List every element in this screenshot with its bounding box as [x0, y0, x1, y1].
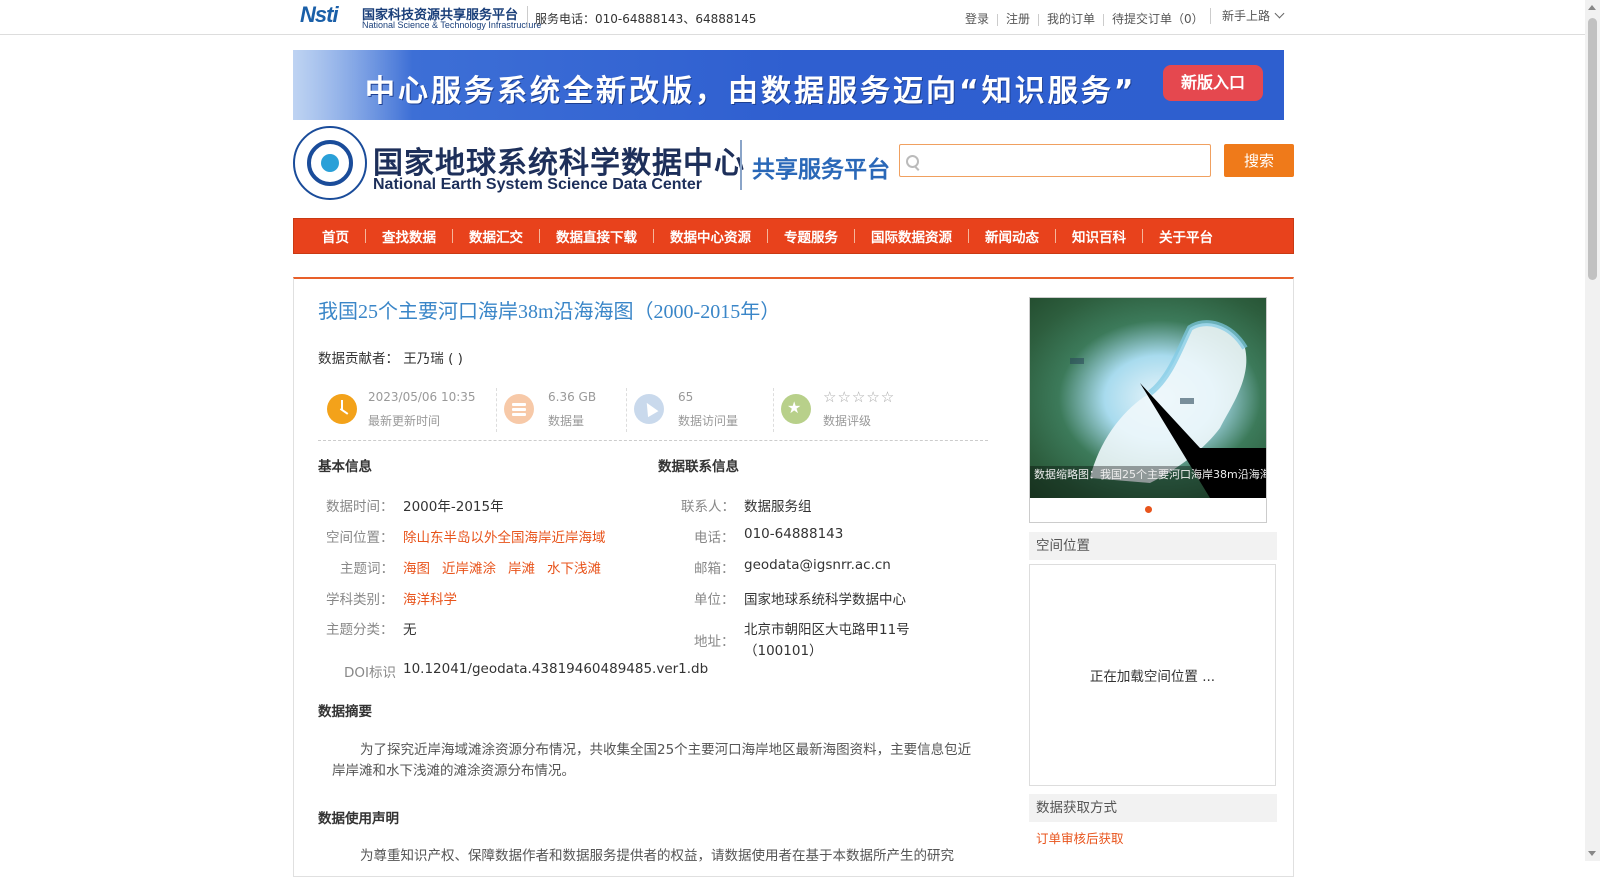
- nsti-logo[interactable]: Nsti 国家科技资源共享服务平台 National Science & Tec…: [300, 2, 541, 32]
- clock-icon: [327, 394, 357, 424]
- dataset-stats: 2023/05/06 10:35 最新更新时间 6.36 GB 数据量 65 数…: [318, 384, 988, 441]
- address-line-1: 北京市朝阳区大屯路甲11号: [744, 622, 910, 638]
- doi-value: 10.12041/geodata.43819460489485.ver1.db: [403, 661, 709, 677]
- star-badge-icon: ★: [781, 394, 811, 424]
- thumbnail-caption: 数据缩略图：我国25个主要河口海岸38m沿海海图: [1030, 466, 1266, 498]
- nav-international-data[interactable]: 国际数据资源: [871, 226, 952, 246]
- usage-text: 为尊重知识产权、保障数据作者和数据服务提供者的权益，请数据使用者在基于本数据所产…: [360, 848, 954, 864]
- doi-label: DOI标识: [344, 665, 397, 681]
- divider: [1210, 8, 1211, 24]
- cursor-icon: [634, 394, 664, 424]
- keyword-link[interactable]: 近岸滩涂: [442, 561, 496, 577]
- chevron-down-icon: [1274, 8, 1285, 19]
- size-value: 6.36 GB: [548, 390, 597, 404]
- address-line-2: （100101）: [744, 643, 823, 659]
- search-button[interactable]: 搜索: [1224, 144, 1294, 177]
- contact-person-label: 联系人：: [681, 499, 735, 515]
- thumbnail-image: 数据缩略图：我国25个主要河口海岸38m沿海海图: [1030, 298, 1266, 498]
- account-links: 登录 注册 我的订单 待提交订单（0）: [965, 10, 1204, 27]
- phone-value: 010-64888143: [744, 526, 844, 542]
- discipline-label: 学科类别：: [326, 592, 394, 608]
- keyword-link[interactable]: 水下浅滩: [547, 561, 601, 577]
- data-thumbnail[interactable]: 数据缩略图：我国25个主要河口海岸38m沿海海图: [1029, 297, 1267, 523]
- address-label: 地址：: [694, 634, 735, 650]
- register-link[interactable]: 注册: [1006, 10, 1030, 27]
- usage-heading: 数据使用声明: [318, 811, 399, 827]
- nav-data-submission[interactable]: 数据汇交: [469, 226, 523, 246]
- location-map[interactable]: 正在加载空间位置 ...: [1029, 564, 1276, 786]
- logo-divider: [740, 140, 742, 190]
- center-emblem-icon: [293, 126, 367, 200]
- search-icon: [906, 155, 919, 168]
- nav-about[interactable]: 关于平台: [1159, 226, 1213, 246]
- spatial-location-link[interactable]: 除山东半岛以外全国海岸近岸海域: [403, 526, 606, 546]
- nsti-logo-mark: Nsti: [300, 2, 339, 27]
- nav-center-resources[interactable]: 数据中心资源: [670, 226, 751, 246]
- size-label: 数据量: [548, 414, 585, 428]
- nsti-logo-en: National Science & Technology Infrastruc…: [362, 20, 542, 30]
- nav-direct-download[interactable]: 数据直接下载: [556, 226, 637, 246]
- newbie-dropdown[interactable]: 新手上路: [1222, 7, 1285, 24]
- rating-label: 数据评级: [823, 414, 872, 428]
- nav-thematic-services[interactable]: 专题服务: [784, 226, 838, 246]
- keywords-label: 主题词：: [340, 561, 394, 577]
- layers-icon: [504, 394, 534, 424]
- email-value: geodata@igsnrr.ac.cn: [744, 557, 891, 573]
- keyword-link[interactable]: 海图: [403, 561, 430, 577]
- access-heading: 数据获取方式: [1029, 794, 1277, 822]
- scroll-down-arrow-icon[interactable]: [1588, 851, 1596, 856]
- spatial-location-label: 空间位置：: [326, 530, 394, 546]
- contact-person-value: 数据服务组: [744, 499, 812, 515]
- nav-encyclopedia[interactable]: 知识百科: [1072, 226, 1126, 246]
- keyword-link[interactable]: 岸滩: [508, 561, 535, 577]
- data-time-value: 2000年-2015年: [403, 499, 504, 515]
- carousel-dot[interactable]: [1145, 506, 1152, 513]
- page-title: 我国25个主要河口海岸38m沿海海图（2000-2015年）: [318, 301, 781, 323]
- phone-label: 电话：: [694, 530, 735, 546]
- divider: [527, 6, 528, 28]
- login-link[interactable]: 登录: [965, 10, 989, 27]
- visits-value: 65: [678, 390, 694, 404]
- basic-info-heading: 基本信息: [318, 459, 372, 475]
- service-phone: 服务电话：010-64888143、64888145: [535, 12, 757, 26]
- rating-stars[interactable]: ☆☆☆☆☆: [823, 388, 895, 406]
- nav-news[interactable]: 新闻动态: [985, 226, 1039, 246]
- abstract-text: 为了探究近岸海域滩涂资源分布情况，共收集全国25个主要河口海岸地区最新海图资料，…: [332, 742, 972, 779]
- search-input[interactable]: [899, 144, 1211, 177]
- scroll-thumb[interactable]: [1588, 18, 1597, 280]
- new-version-button[interactable]: 新版入口: [1163, 65, 1263, 101]
- page-scrollbar[interactable]: [1585, 0, 1600, 861]
- unit-value: 国家地球系统科学数据中心: [744, 592, 906, 608]
- my-orders-link[interactable]: 我的订单: [1047, 10, 1095, 27]
- updated-label: 最新更新时间: [368, 414, 441, 428]
- nav-home[interactable]: 首页: [322, 226, 349, 246]
- keyword-list: 海图 近岸滩涂 岸滩 水下浅滩: [403, 557, 613, 577]
- order-access-link[interactable]: 订单审核后获取: [1036, 828, 1124, 847]
- updated-value: 2023/05/06 10:35: [368, 390, 476, 404]
- pending-orders-link[interactable]: 待提交订单（0）: [1112, 10, 1204, 27]
- nav-find-data[interactable]: 查找数据: [382, 226, 436, 246]
- center-name-en: National Earth System Science Data Cente…: [373, 176, 703, 193]
- banner-text: 中心服务系统全新改版，由数据服务迈向“知识服务”: [365, 74, 1137, 109]
- visits-label: 数据访问量: [678, 414, 739, 428]
- contact-info-heading: 数据联系信息: [658, 459, 739, 475]
- discipline-link[interactable]: 海洋科学: [403, 588, 457, 608]
- newbie-label: 新手上路: [1222, 9, 1271, 23]
- data-time-label: 数据时间：: [326, 499, 394, 515]
- center-logo[interactable]: 国家地球系统科学数据中心 National Earth System Scien…: [293, 126, 744, 202]
- scroll-up-arrow-icon[interactable]: [1588, 5, 1596, 10]
- promo-banner[interactable]: 中心服务系统全新改版，由数据服务迈向“知识服务” 新版入口: [293, 50, 1284, 120]
- unit-label: 单位：: [694, 592, 735, 608]
- category-value: 无: [403, 622, 417, 638]
- abstract-heading: 数据摘要: [318, 704, 372, 720]
- location-heading: 空间位置: [1029, 532, 1277, 560]
- main-nav: 首页 查找数据 数据汇交 数据直接下载 数据中心资源 专题服务 国际数据资源 新…: [293, 218, 1294, 254]
- top-bar: Nsti 国家科技资源共享服务平台 National Science & Tec…: [0, 0, 1585, 35]
- email-label: 邮箱：: [694, 561, 735, 577]
- map-loading-text: 正在加载空间位置 ...: [1089, 669, 1216, 685]
- contributor: 数据贡献者： 王乃瑞 ( ): [318, 351, 463, 367]
- category-label: 主题分类：: [326, 622, 394, 638]
- platform-name: 共享服务平台: [752, 157, 890, 183]
